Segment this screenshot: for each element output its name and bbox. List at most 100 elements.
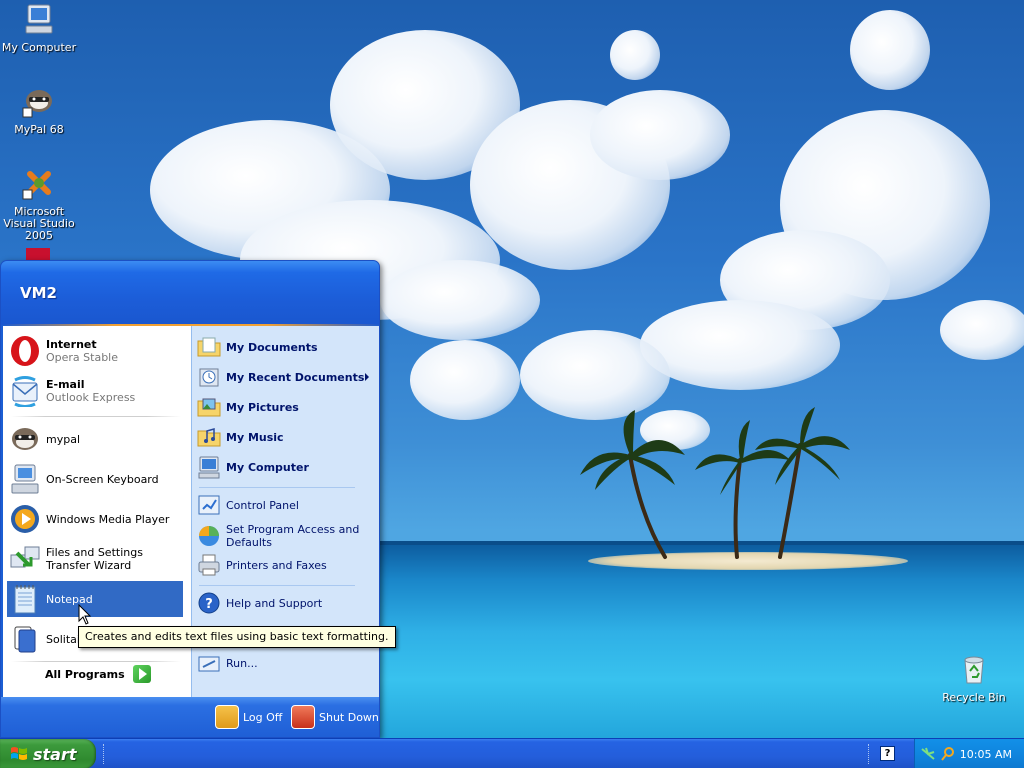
- place-my-music[interactable]: My Music: [197, 425, 375, 449]
- place-label: My Music: [226, 430, 284, 444]
- mypal-raccoon-icon: [22, 90, 52, 118]
- opera-icon: [11, 336, 39, 366]
- setting-label: Control Panel: [226, 498, 299, 512]
- place-label: My Computer: [226, 460, 309, 474]
- cloud: [380, 260, 540, 340]
- desktop-icon-label: Microsoft Visual Studio 2005: [3, 205, 75, 242]
- cloud: [850, 10, 930, 90]
- recent-item-on-screen-keyboard[interactable]: On-Screen Keyboard: [7, 461, 183, 497]
- pinned-title: E-mail: [46, 378, 85, 391]
- help-and-support[interactable]: ? Help and Support: [197, 591, 375, 615]
- transfer-wizard-icon: [10, 546, 40, 568]
- run-icon: [198, 656, 220, 672]
- start-label: start: [33, 744, 77, 764]
- recent-item-label: On-Screen Keyboard: [46, 472, 159, 486]
- pinned-subtitle: Outlook Express: [46, 391, 136, 404]
- desktop-icon-my-computer[interactable]: My Computer: [0, 2, 78, 54]
- outlook-express-icon: [12, 376, 38, 407]
- taskbar: start ? 10:05 AM: [0, 738, 1024, 768]
- notepad-icon: [14, 585, 36, 614]
- cloud: [640, 300, 840, 390]
- all-programs-label: All Programs: [45, 667, 125, 681]
- help-icon: ?: [198, 592, 220, 614]
- start-menu: VM2 Internet Opera Stable E-mail Outlook…: [0, 260, 380, 738]
- desktop-icon-label: My Computer: [1, 41, 77, 54]
- desktop-icon-label: Recycle Bin: [942, 691, 1006, 704]
- setting-label: Printers and Faxes: [226, 558, 327, 572]
- recent-item-notepad[interactable]: Notepad: [7, 581, 183, 617]
- mouse-cursor-icon: [78, 604, 92, 625]
- place-my-computer[interactable]: My Computer: [197, 455, 375, 479]
- start-button[interactable]: start: [0, 739, 96, 768]
- shut-down-label: Shut Down: [319, 710, 379, 724]
- place-my-pictures[interactable]: My Pictures: [197, 395, 375, 419]
- recent-item-windows-media-player[interactable]: Windows Media Player: [7, 501, 183, 537]
- setting-control-panel[interactable]: Control Panel: [197, 493, 375, 517]
- help-tray-icon[interactable]: ?: [880, 746, 895, 761]
- mypal-raccoon-icon: [12, 428, 38, 450]
- green-arrow-icon: [132, 665, 151, 683]
- pinned-separator: [11, 416, 181, 417]
- my-computer-icon: [25, 4, 53, 34]
- recycle-bin-icon: [964, 656, 984, 684]
- place-label: My Documents: [226, 340, 318, 354]
- desktop-icon-mypal[interactable]: MyPal 68: [0, 84, 78, 136]
- my-computer-icon: [198, 456, 220, 479]
- setting-printers-and-faxes[interactable]: Printers and Faxes: [197, 553, 375, 577]
- network-tray-icon[interactable]: [920, 746, 936, 762]
- desktop-icon-label: MyPal 68: [14, 123, 64, 136]
- submenu-arrow-icon: [365, 373, 369, 381]
- system-tray: 10:05 AM: [914, 739, 1024, 768]
- setting-program-access[interactable]: Set Program Access and Defaults: [197, 523, 375, 549]
- documents-folder-icon: [197, 337, 221, 357]
- place-my-recent-documents[interactable]: My Recent Documents: [197, 365, 375, 389]
- desktop-icon-visual-studio[interactable]: Microsoft Visual Studio 2005: [0, 166, 78, 242]
- run-command[interactable]: Run...: [197, 651, 375, 675]
- control-panel-icon: [198, 495, 220, 515]
- run-label: Run...: [226, 656, 258, 670]
- pinned-item-internet[interactable]: Internet Opera Stable: [7, 333, 183, 369]
- pinned-title: Internet: [46, 338, 97, 351]
- places-separator: [199, 487, 355, 488]
- media-player-icon: [11, 505, 39, 533]
- place-label: My Pictures: [226, 400, 299, 414]
- printer-icon: [198, 554, 220, 576]
- power-icon: [291, 705, 315, 729]
- recent-item-transfer-wizard[interactable]: Files and Settings Transfer Wizard: [7, 541, 183, 577]
- log-off-label: Log Off: [243, 710, 283, 724]
- music-folder-icon: [197, 428, 221, 447]
- user-name: VM2: [20, 284, 57, 302]
- taskbar-grip[interactable]: [868, 744, 871, 764]
- palm-trees: [580, 407, 850, 559]
- pinned-item-email[interactable]: E-mail Outlook Express: [7, 373, 183, 409]
- recent-item-mypal[interactable]: mypal: [7, 421, 183, 457]
- cloud: [940, 300, 1024, 360]
- place-label: My Recent Documents: [226, 370, 365, 384]
- place-my-documents[interactable]: My Documents: [197, 335, 375, 359]
- recent-item-label: Files and Settings Transfer Wizard: [46, 546, 143, 572]
- shut-down-button[interactable]: Shut Down: [291, 705, 379, 729]
- setting-label: Set Program Access and Defaults: [226, 523, 360, 549]
- pinned-subtitle: Opera Stable: [46, 351, 119, 364]
- search-tray-icon[interactable]: [940, 746, 956, 762]
- recent-documents-icon: [199, 368, 219, 387]
- taskbar-grip[interactable]: [103, 744, 106, 764]
- keyboard-icon: [11, 464, 39, 494]
- partially-hidden-desktop-icon[interactable]: [26, 248, 50, 260]
- visual-studio-icon: [22, 171, 51, 200]
- program-access-icon: [199, 526, 219, 546]
- notepad-tooltip: Creates and edits text files using basic…: [78, 626, 396, 648]
- key-icon: [215, 705, 239, 729]
- log-off-button[interactable]: Log Off: [215, 705, 282, 729]
- pictures-folder-icon: [197, 398, 221, 417]
- windows-flag-icon: [11, 747, 27, 760]
- clock[interactable]: 10:05 AM: [960, 748, 1012, 761]
- all-programs-separator: [11, 661, 181, 662]
- start-menu-header: VM2: [1, 261, 379, 325]
- desktop-icon-recycle-bin[interactable]: Recycle Bin: [935, 652, 1013, 704]
- help-label: Help and Support: [226, 596, 323, 610]
- all-programs-button[interactable]: All Programs: [45, 665, 151, 683]
- cloud: [410, 340, 520, 420]
- recent-item-label: mypal: [46, 432, 81, 446]
- svg-text:?: ?: [205, 597, 213, 612]
